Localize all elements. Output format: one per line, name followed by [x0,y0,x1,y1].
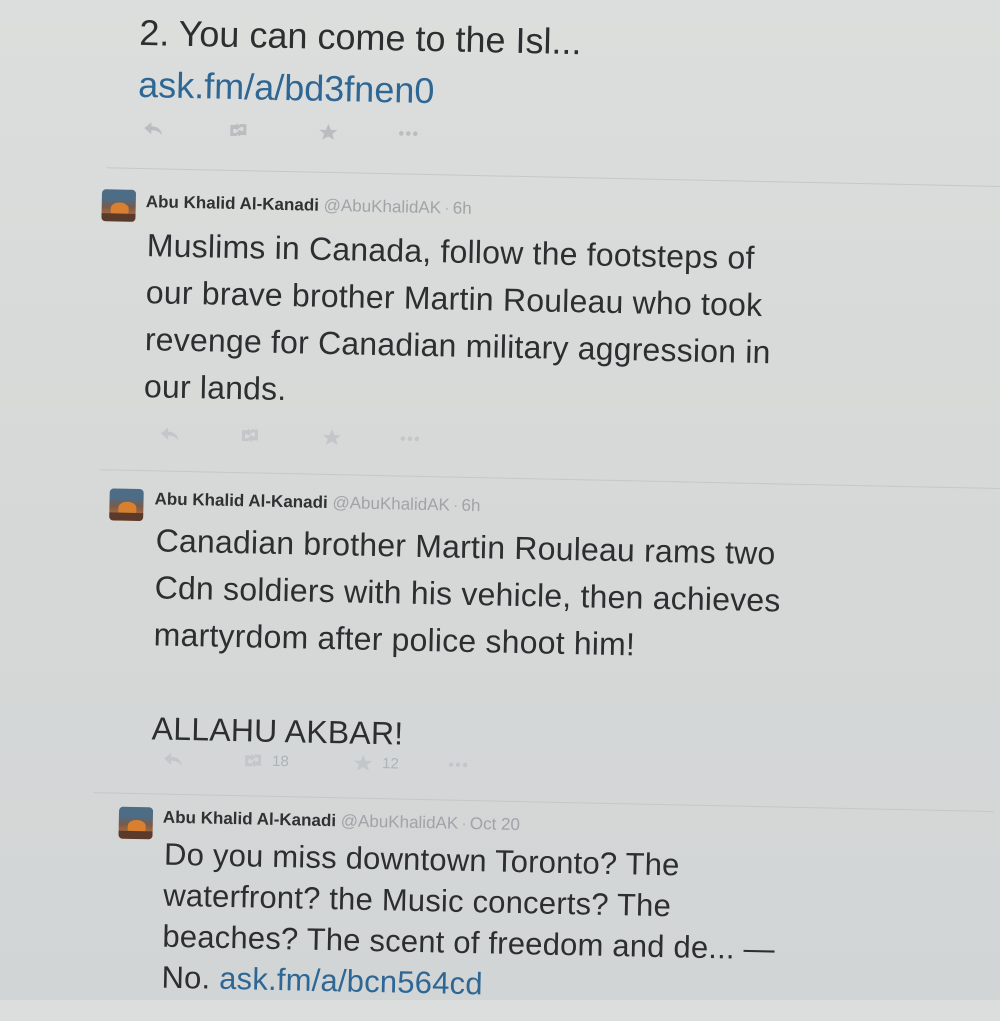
tweet-link[interactable]: ask.fm/a/bcn564cd [219,961,483,1002]
avatar[interactable] [101,189,137,222]
tweet-actions [142,119,443,155]
reply-icon[interactable] [162,750,184,768]
tweet-stream: 2. You can come to the Isl... ask.fm/a/b… [0,0,1000,1021]
tweet-text: Muslims in Canada, follow the footsteps … [143,227,771,408]
tweet-time[interactable]: 6h [461,496,480,515]
tweet-time[interactable]: Oct 20 [470,814,520,834]
tweet-actions: 18 12 [162,750,483,787]
tweet-item[interactable]: Abu Khalid Al-Kanadi @AbuKhalidAK · 6h Can… [0,480,1000,812]
tweet-item[interactable]: Abu Khalid Al-Kanadi @AbuKhalidAK · 6h Mus… [0,185,1000,490]
retweet-icon[interactable] [239,426,261,444]
tweet-item[interactable]: 2. You can come to the Isl... ask.fm/a/b… [0,0,1000,188]
more-icon[interactable] [447,756,469,774]
reply-icon[interactable] [159,424,181,442]
star-icon[interactable]: 12 [352,754,399,773]
star-icon[interactable] [317,123,339,141]
more-icon[interactable] [397,124,419,142]
tweet-header: Abu Khalid Al-Kanadi @AbuKhalidAK · Oct 20 [162,807,521,835]
author-name[interactable]: Abu Khalid Al-Kanadi [146,192,320,215]
avatar[interactable] [109,488,144,522]
author-handle[interactable]: @AbuKhalidAK [332,493,450,514]
retweet-icon[interactable]: 18 [242,751,289,770]
author-name[interactable]: Abu Khalid Al-Kanadi [154,489,328,512]
tweet-link[interactable]: ask.fm/a/bd3fnen0 [138,64,435,111]
tweet-divider [100,469,1000,490]
more-icon[interactable] [399,429,421,447]
avatar[interactable] [118,806,154,840]
tweet-time[interactable]: 6h [453,199,472,218]
tweet-text: Canadian brother Martin Rouleau rams two… [151,522,781,752]
tweet-item[interactable]: Abu Khalid Al-Kanadi @AbuKhalidAK · Oct 20… [0,800,993,1001]
tweet-header: Abu Khalid Al-Kanadi @AbuKhalidAK · 6h [145,192,472,218]
retweet-count: 18 [271,752,289,770]
retweet-icon[interactable] [227,121,249,139]
reply-icon[interactable] [142,119,164,137]
tweet-divider [106,167,1000,188]
tweet-actions [159,424,460,460]
star-icon[interactable] [321,428,343,446]
favorite-count: 12 [381,754,399,773]
tweet-text: Do you miss downtown Toronto? The waterf… [161,836,776,1002]
author-handle[interactable]: @AbuKhalidAK [341,811,459,832]
author-name[interactable]: Abu Khalid Al-Kanadi [163,808,337,831]
tweet-header: Abu Khalid Al-Kanadi @AbuKhalidAK · 6h [154,489,481,516]
tweet-text: 2. You can come to the Isl... ask.fm/a/b… [137,11,582,112]
author-handle[interactable]: @AbuKhalidAK [323,196,441,217]
